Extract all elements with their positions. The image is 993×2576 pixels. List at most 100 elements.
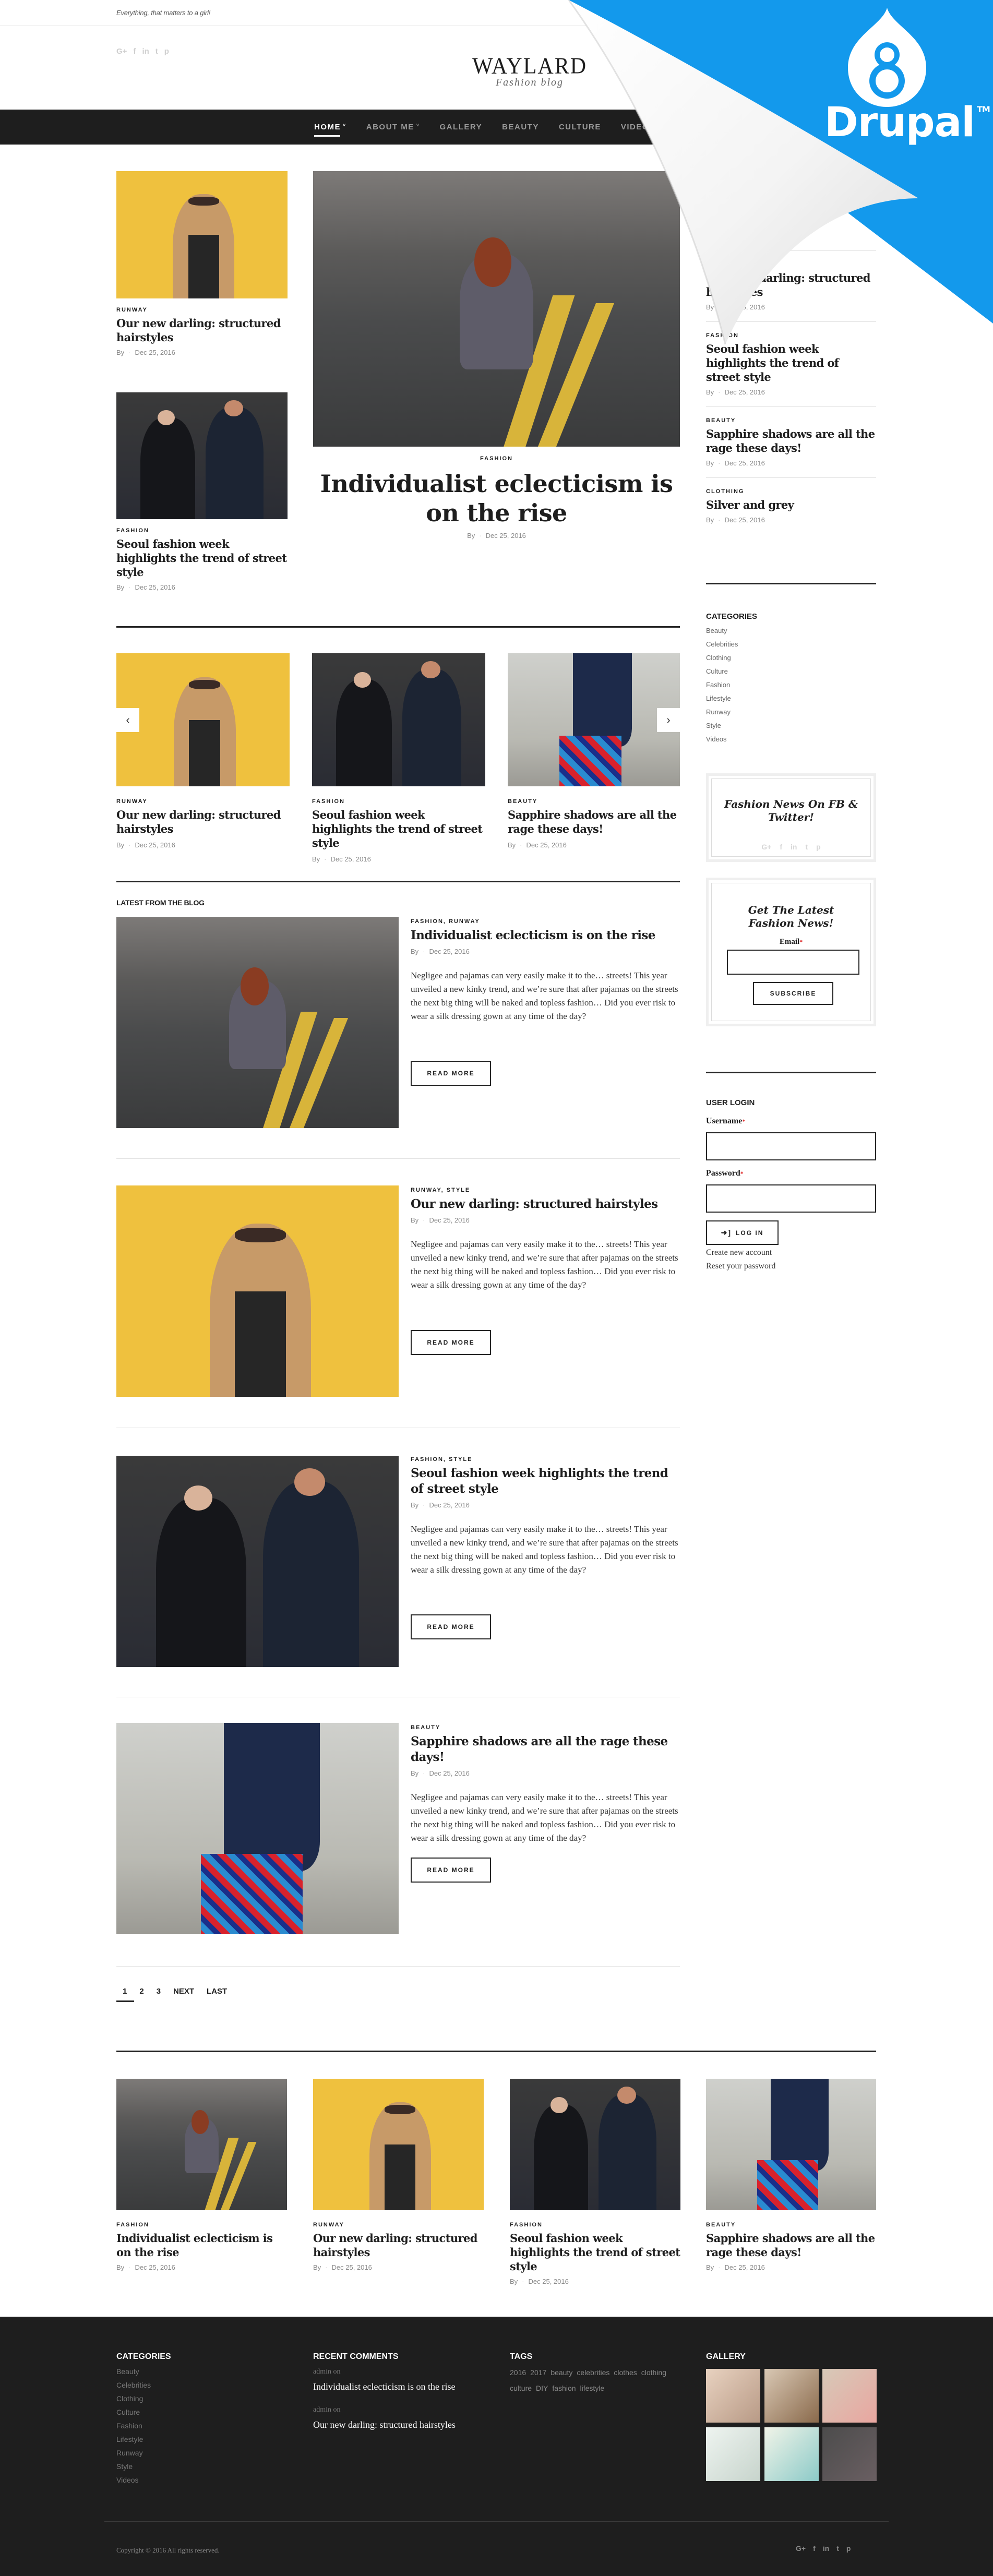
post-image[interactable] — [116, 653, 290, 786]
category-link[interactable]: Style — [706, 719, 876, 733]
gallery-thumbnail[interactable] — [822, 2427, 877, 2481]
post-category[interactable]: FASHION — [706, 332, 876, 339]
google-plus-icon[interactable]: G+ — [796, 2544, 806, 2553]
post-title[interactable]: Individualist eclecticism is on the rise — [313, 469, 680, 528]
read-more-button[interactable]: READ MORE — [411, 1614, 491, 1639]
site-logo[interactable]: WAYLARD Fashion blog — [470, 54, 590, 89]
post-category[interactable]: BEAUTY — [706, 2222, 876, 2228]
post-title[interactable]: Seoul fashion week highlights the trend … — [706, 342, 876, 384]
footer-category-link[interactable]: Lifestyle — [116, 2433, 273, 2446]
post-image[interactable] — [312, 653, 485, 786]
category-link[interactable]: Culture — [706, 665, 876, 678]
linkedin-icon[interactable]: in — [823, 2544, 829, 2553]
post-image[interactable] — [510, 2079, 680, 2210]
pinterest-icon[interactable]: p — [164, 47, 169, 56]
google-plus-icon[interactable]: G+ — [761, 843, 771, 851]
footer-category-link[interactable]: Fashion — [116, 2419, 273, 2433]
footer-category-link[interactable]: Runway — [116, 2446, 273, 2460]
post-title[interactable]: Seoul fashion week highlights the trend … — [510, 2231, 680, 2273]
post-title[interactable]: Our new darling: structured hairstyles — [116, 316, 288, 344]
tag-link[interactable]: culture — [510, 2380, 532, 2396]
tag-link[interactable]: clothes — [614, 2365, 637, 2380]
footer-category-link[interactable]: Culture — [116, 2405, 273, 2419]
pinterest-icon[interactable]: p — [816, 843, 821, 851]
tag-link[interactable]: fashion — [552, 2380, 576, 2396]
post-image[interactable] — [508, 653, 680, 786]
post-title[interactable]: Individualist eclecticism is on the rise — [116, 2231, 287, 2259]
gallery-thumbnail[interactable] — [764, 2427, 819, 2481]
post-title[interactable]: Sapphire shadows are all the rage these … — [706, 427, 876, 455]
facebook-icon[interactable]: f — [133, 47, 136, 56]
gallery-thumbnail[interactable] — [822, 2369, 877, 2423]
nav-item-contacts[interactable]: CO — [675, 123, 689, 131]
post-title[interactable]: Seoul fashion week highlights the trend … — [116, 537, 288, 579]
read-more-button[interactable]: READ MORE — [411, 1061, 491, 1086]
facebook-icon[interactable]: f — [813, 2544, 816, 2553]
post-image[interactable] — [116, 171, 288, 298]
category-link[interactable]: Lifestyle — [706, 692, 876, 705]
post-category[interactable]: FASHION — [510, 2222, 680, 2228]
post-category[interactable]: BEAUTY — [411, 1724, 680, 1731]
read-more-button[interactable]: READ MORE — [411, 1330, 491, 1355]
tag-link[interactable]: beauty — [551, 2365, 572, 2380]
tag-link[interactable]: clothing — [641, 2365, 666, 2380]
post-image[interactable] — [116, 1185, 399, 1397]
post-title[interactable]: Seoul fashion week highlights the trend … — [312, 808, 485, 850]
post-image[interactable] — [116, 1723, 399, 1934]
tag-link[interactable]: 2016 — [510, 2365, 526, 2380]
post-category[interactable]: FASHION — [116, 528, 288, 534]
password-input[interactable] — [706, 1184, 876, 1213]
email-input[interactable] — [727, 950, 859, 975]
nav-item-videos[interactable]: VIDEOS — [621, 123, 655, 131]
nav-item-beauty[interactable]: BEAUTY — [502, 123, 539, 131]
footer-category-link[interactable]: Style — [116, 2460, 273, 2473]
carousel-next-button[interactable]: › — [657, 708, 680, 732]
post-category[interactable]: FASHION — [313, 456, 680, 462]
gallery-thumbnail[interactable] — [764, 2369, 819, 2423]
post-title[interactable]: Sapphire shadows are all the rage these … — [411, 1734, 680, 1765]
post-title[interactable]: Our new darling: structured hairstyles — [706, 271, 876, 299]
login-button[interactable]: ➜] LOG IN — [706, 1220, 779, 1245]
post-category[interactable]: FASHION — [706, 190, 876, 197]
post-image[interactable] — [706, 2079, 876, 2210]
post-category[interactable]: FASHION, RUNWAY — [411, 918, 680, 925]
linkedin-icon[interactable]: in — [791, 843, 797, 851]
footer-category-link[interactable]: Beauty — [116, 2365, 273, 2378]
post-category[interactable]: FASHION — [312, 798, 485, 805]
tag-link[interactable]: lifestyle — [580, 2380, 605, 2396]
tag-link[interactable]: DIY — [536, 2380, 548, 2396]
tag-link[interactable]: celebrities — [577, 2365, 609, 2380]
page-1-link[interactable]: 1 — [116, 1987, 134, 2002]
carousel-prev-button[interactable]: ‹ — [116, 708, 139, 732]
tag-link[interactable]: 2017 — [530, 2365, 546, 2380]
gallery-thumbnail[interactable] — [706, 2427, 760, 2481]
category-link[interactable]: Beauty — [706, 624, 876, 638]
username-input[interactable] — [706, 1132, 876, 1160]
footer-category-link[interactable]: Clothing — [116, 2392, 273, 2405]
category-link[interactable]: Videos — [706, 733, 876, 746]
post-category[interactable]: FASHION — [116, 2222, 287, 2228]
create-account-link[interactable]: Create new account — [706, 1248, 772, 1257]
post-image[interactable] — [116, 392, 288, 519]
nav-item-home[interactable]: HOME ˅ — [314, 123, 346, 137]
gallery-thumbnail[interactable] — [706, 2369, 760, 2423]
category-link[interactable]: Runway — [706, 705, 876, 719]
category-link[interactable]: Celebrities — [706, 638, 876, 651]
comment-post-link[interactable]: Our new darling: structured hairstyles — [313, 2419, 490, 2430]
post-title[interactable]: Our new darling: structured hairstyles — [313, 2231, 484, 2259]
footer-category-link[interactable]: Celebrities — [116, 2378, 273, 2392]
post-image[interactable] — [116, 1456, 399, 1667]
featured-main-image[interactable] — [313, 171, 680, 447]
footer-category-link[interactable]: Videos — [116, 2473, 273, 2487]
category-link[interactable]: Clothing — [706, 651, 876, 665]
page-3-link[interactable]: 3 — [150, 1987, 167, 1996]
pinterest-icon[interactable]: p — [846, 2544, 851, 2553]
category-link[interactable]: Fashion — [706, 678, 876, 692]
twitter-icon[interactable]: t — [155, 47, 158, 56]
post-image[interactable] — [313, 2079, 484, 2210]
post-image[interactable] — [116, 917, 399, 1128]
nav-item-culture[interactable]: CULTURE — [559, 123, 601, 131]
post-category[interactable]: BEAUTY — [706, 417, 876, 424]
post-title[interactable]: Silver and grey — [706, 498, 876, 512]
post-title[interactable]: Individualist eclecticism is on the rise — [411, 928, 680, 943]
